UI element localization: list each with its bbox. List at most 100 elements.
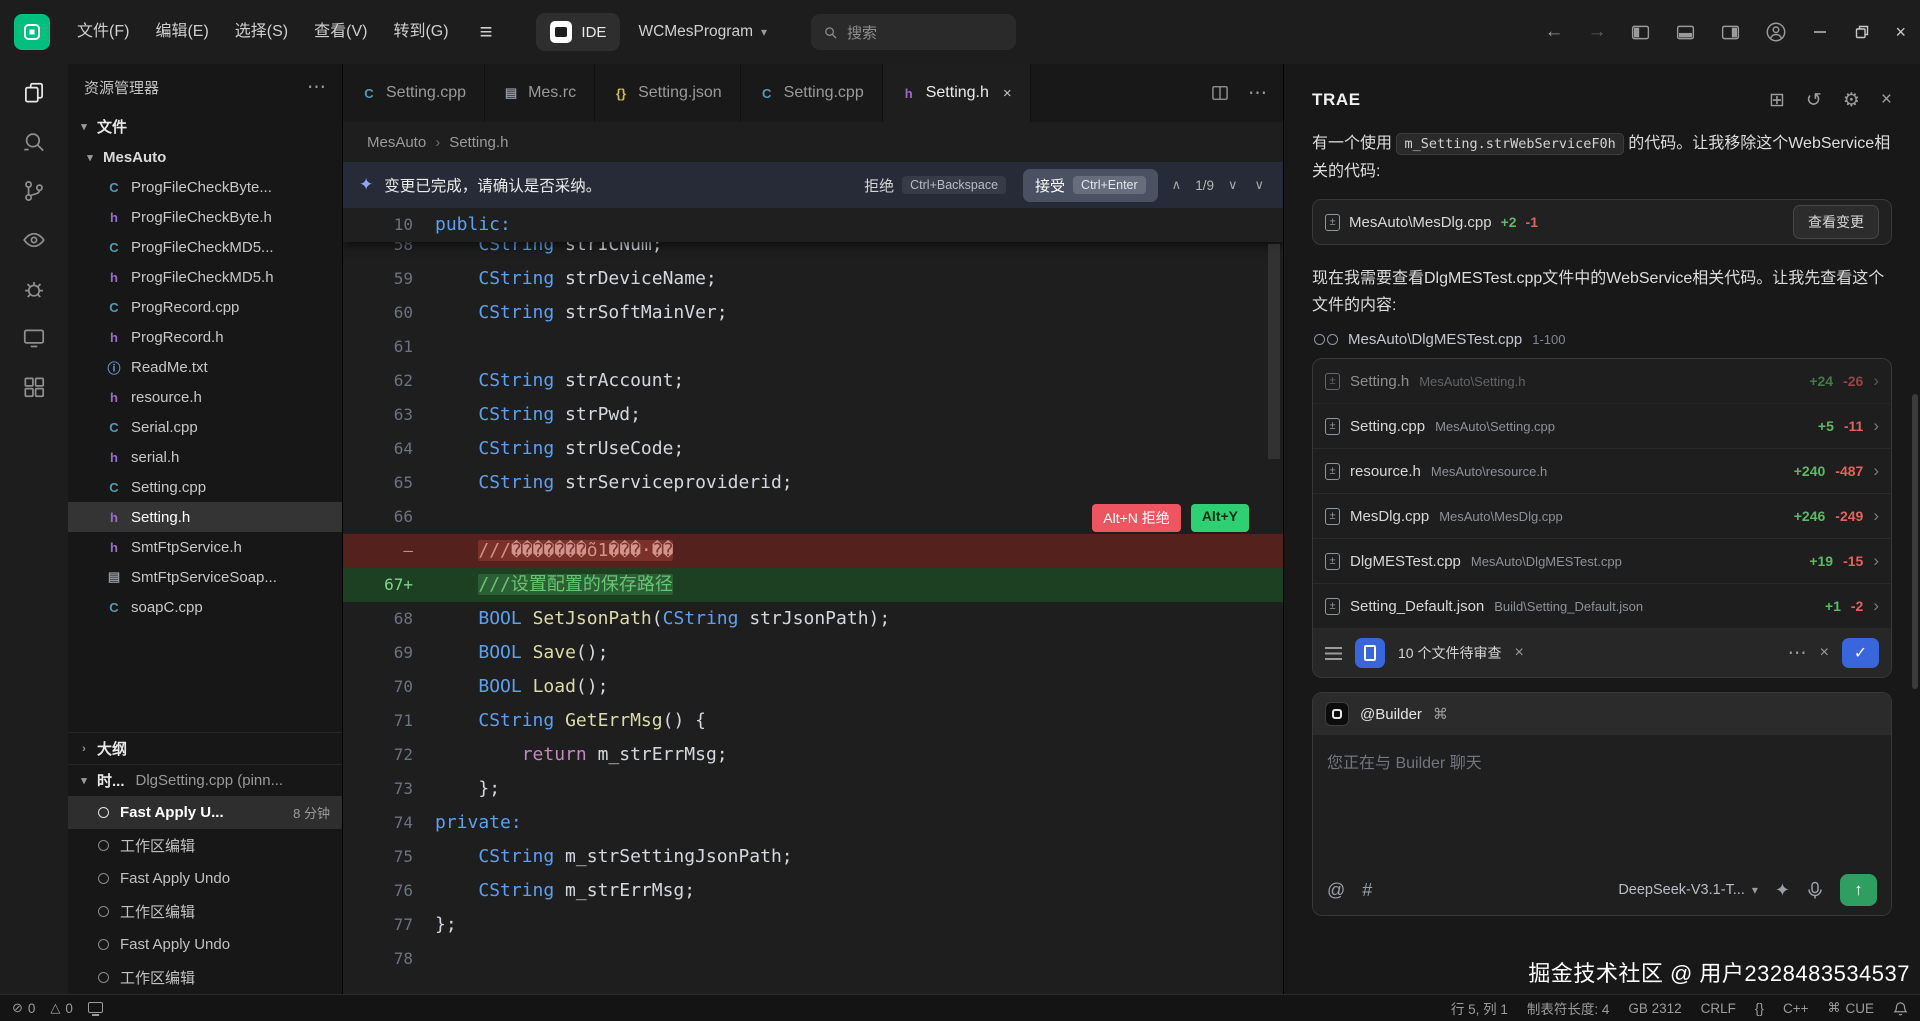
- file-item[interactable]: hSetting.h: [68, 502, 342, 532]
- file-item[interactable]: ⓘReadMe.txt: [68, 352, 342, 382]
- menu-item[interactable]: 选择(S): [222, 0, 301, 64]
- changed-file-row[interactable]: Setting.hMesAuto\Setting.h+24-26›: [1313, 359, 1891, 404]
- close-icon[interactable]: ×: [1003, 85, 1012, 102]
- language-mode[interactable]: C++: [1783, 1001, 1809, 1016]
- global-search-box[interactable]: 搜索: [811, 14, 1016, 50]
- editor-scrollbar[interactable]: [1268, 244, 1280, 459]
- checklist-icon[interactable]: [1325, 647, 1342, 660]
- reject-hint-badge[interactable]: Alt+N 拒绝: [1092, 504, 1181, 532]
- files-section-header[interactable]: ▾ 文件: [68, 110, 342, 142]
- file-item[interactable]: CSerial.cpp: [68, 412, 342, 442]
- menu-item[interactable]: 查看(V): [301, 0, 380, 64]
- errors-status[interactable]: ⊘0: [12, 1000, 35, 1016]
- outline-section-header[interactable]: › 大纲: [68, 732, 342, 764]
- timeline-item[interactable]: 工作区编辑: [68, 961, 342, 994]
- toggle-panel-icon[interactable]: [1675, 22, 1696, 43]
- preview-eye-icon[interactable]: [21, 227, 47, 253]
- code-editor[interactable]: 58 CString strICNum;59 CString strDevice…: [343, 208, 1283, 994]
- file-item[interactable]: hresource.h: [68, 382, 342, 412]
- chat-input[interactable]: 您正在与 Builder 聊天: [1313, 735, 1891, 865]
- timeline-item[interactable]: 工作区编辑: [68, 829, 342, 862]
- file-item[interactable]: CProgFileCheckByte...: [68, 172, 342, 202]
- changed-file-row[interactable]: MesDlg.cppMesAuto\MesDlg.cpp+246-249›: [1313, 494, 1891, 539]
- mic-icon[interactable]: [1807, 881, 1823, 900]
- editor-tab[interactable]: CSetting.cpp: [343, 64, 485, 122]
- ide-button[interactable]: IDE: [536, 13, 620, 51]
- dismiss-icon[interactable]: ×: [1514, 644, 1523, 662]
- sidebar-more-icon[interactable]: ⋯: [307, 76, 326, 99]
- menu-item[interactable]: 文件(F): [64, 0, 142, 64]
- editor-tab[interactable]: CSetting.cpp: [741, 64, 883, 122]
- prev-change-icon[interactable]: ∧: [1169, 177, 1185, 193]
- file-read-row[interactable]: MesAuto\DlgMESTest.cpp 1-100: [1312, 331, 1892, 348]
- project-selector[interactable]: WCMesProgram ▾: [638, 23, 767, 41]
- timeline-item[interactable]: 工作区编辑: [68, 895, 342, 928]
- toggle-sidebar-icon[interactable]: [1630, 22, 1651, 43]
- search-files-icon[interactable]: [21, 129, 47, 155]
- file-item[interactable]: CSetting.cpp: [68, 472, 342, 502]
- next-change-icon[interactable]: ∨: [1225, 177, 1241, 193]
- eol-indicator[interactable]: CRLF: [1701, 1001, 1736, 1016]
- restore-button[interactable]: [1853, 23, 1871, 41]
- explorer-icon[interactable]: [21, 80, 47, 106]
- enhance-icon[interactable]: ✦: [1775, 880, 1790, 901]
- view-changes-button[interactable]: 查看变更: [1793, 205, 1879, 239]
- encoding[interactable]: GB 2312: [1628, 1001, 1681, 1016]
- back-icon[interactable]: ←: [1544, 21, 1563, 43]
- builder-header[interactable]: @Builder ⌘: [1313, 693, 1891, 735]
- timeline-item[interactable]: Fast Apply Undo: [68, 862, 342, 895]
- tab-size[interactable]: 制表符长度: 4: [1527, 998, 1610, 1018]
- file-item[interactable]: hProgRecord.h: [68, 322, 342, 352]
- minimize-button[interactable]: [1811, 23, 1829, 41]
- mention-icon[interactable]: @: [1327, 880, 1345, 901]
- ports-status[interactable]: [88, 1003, 103, 1014]
- extensions-icon[interactable]: [21, 374, 47, 400]
- timeline-item[interactable]: Fast Apply Undo: [68, 928, 342, 961]
- reject-all-icon[interactable]: ×: [1820, 644, 1829, 662]
- document-button[interactable]: [1355, 638, 1385, 668]
- editor-tab[interactable]: {}Setting.json: [595, 64, 741, 122]
- forward-icon[interactable]: →: [1587, 21, 1606, 43]
- cursor-position[interactable]: 行 5, 列 1: [1451, 998, 1508, 1018]
- change-card[interactable]: MesAuto\MesDlg.cpp +2 -1 查看变更: [1312, 199, 1892, 245]
- hash-icon[interactable]: #: [1362, 880, 1372, 901]
- timeline-item[interactable]: Fast Apply U...8 分钟: [68, 796, 342, 829]
- changed-file-row[interactable]: Setting_Default.jsonBuild\Setting_Defaul…: [1313, 584, 1891, 629]
- close-panel-icon[interactable]: ×: [1881, 89, 1892, 111]
- terminal-icon[interactable]: [21, 325, 47, 351]
- file-item[interactable]: CProgFileCheckMD5...: [68, 232, 342, 262]
- trae-logo[interactable]: [14, 14, 50, 50]
- debug-icon[interactable]: [21, 276, 47, 302]
- reject-button[interactable]: 拒绝 Ctrl+Backspace: [864, 175, 1006, 196]
- history-icon[interactable]: ↺: [1806, 89, 1822, 112]
- model-selector[interactable]: DeepSeek-V3.1-T... ▾: [1618, 882, 1758, 898]
- close-button[interactable]: ×: [1895, 22, 1906, 43]
- timeline-section-header[interactable]: ▾ 时... DlgSetting.cpp (pinn...: [68, 764, 342, 796]
- collapse-bar-icon[interactable]: ∨: [1251, 177, 1267, 193]
- send-button[interactable]: ↑: [1840, 874, 1877, 906]
- review-more-icon[interactable]: ⋯: [1788, 642, 1807, 665]
- file-item[interactable]: hProgFileCheckMD5.h: [68, 262, 342, 292]
- file-item[interactable]: hSmtFtpService.h: [68, 532, 342, 562]
- accept-all-button[interactable]: ✓: [1842, 638, 1879, 668]
- breadcrumb-file[interactable]: Setting.h: [449, 134, 508, 151]
- file-item[interactable]: CsoapC.cpp: [68, 592, 342, 622]
- panel-scrollbar[interactable]: [1912, 394, 1918, 689]
- toggle-secondary-sidebar-icon[interactable]: [1720, 22, 1741, 43]
- accept-hint-badge[interactable]: Alt+Y: [1191, 504, 1249, 532]
- changed-file-row[interactable]: DlgMESTest.cppMesAuto\DlgMESTest.cpp+19-…: [1313, 539, 1891, 584]
- cue-status[interactable]: ⌘CUE: [1827, 1000, 1874, 1016]
- braces-indicator[interactable]: {}: [1755, 1001, 1764, 1016]
- split-editor-icon[interactable]: [1210, 83, 1230, 103]
- editor-tab[interactable]: hSetting.h×: [883, 64, 1031, 122]
- editor-more-icon[interactable]: ⋯: [1248, 82, 1267, 105]
- changed-file-row[interactable]: resource.hMesAuto\resource.h+240-487›: [1313, 449, 1891, 494]
- breadcrumb-folder[interactable]: MesAuto: [367, 134, 426, 151]
- changed-file-row[interactable]: Setting.cppMesAuto\Setting.cpp+5-11›: [1313, 404, 1891, 449]
- hamburger-menu-icon[interactable]: ≡: [466, 19, 507, 45]
- root-folder[interactable]: ▾ MesAuto: [68, 142, 342, 172]
- file-item[interactable]: CProgRecord.cpp: [68, 292, 342, 322]
- new-chat-icon[interactable]: ⊞: [1769, 89, 1785, 112]
- notifications-bell[interactable]: [1893, 1001, 1908, 1016]
- account-icon[interactable]: [1765, 21, 1787, 43]
